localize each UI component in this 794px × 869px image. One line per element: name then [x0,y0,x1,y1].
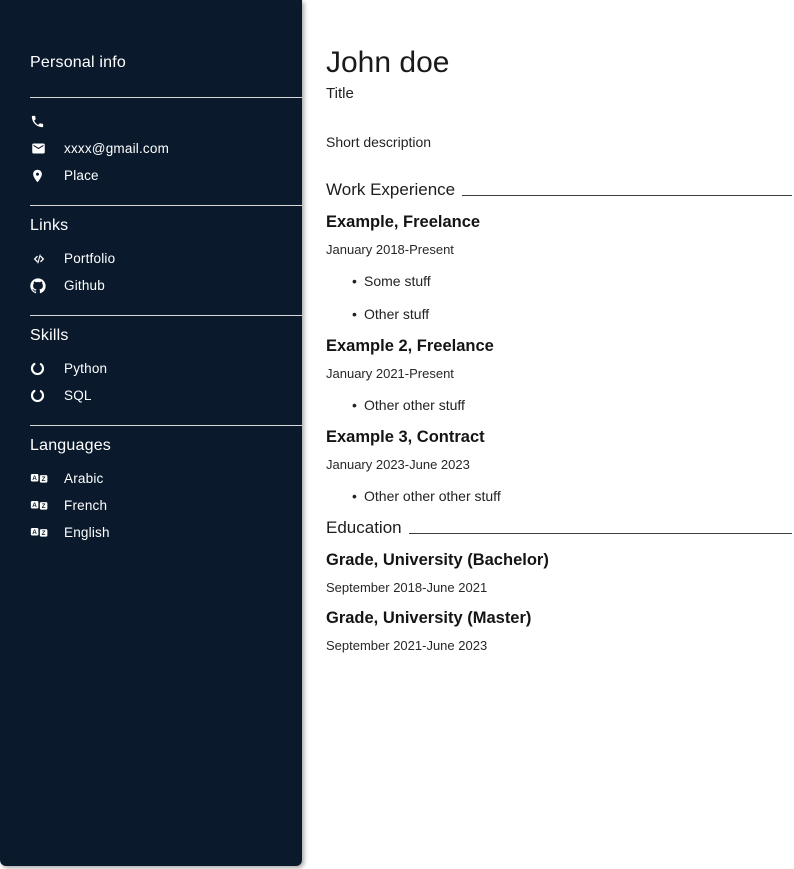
language-label: Arabic [64,471,103,486]
heading-rule [462,195,792,196]
work-entry-bullets: Other other stuff [326,397,792,414]
language-icon: AZ [30,498,49,513]
circle-notch-icon [30,361,49,376]
email-label: xxxx@gmail.com [64,141,169,156]
languages-heading: Languages [0,436,302,455]
link-label: Github [64,278,105,293]
work-entry-dates: January 2021-Present [326,366,792,382]
sidebar-link-portfolio[interactable]: Portfolio [0,245,302,272]
work-entry-dates: January 2018-Present [326,242,792,258]
person-title: Title [326,85,792,103]
svg-text:Z: Z [42,476,46,483]
divider [30,315,302,316]
language-label: French [64,498,107,513]
location-row: Place [0,162,302,189]
work-entry-title: Example 3, Contract [326,427,792,447]
map-pin-icon [30,168,49,184]
resume-main: John doe Title Short description Work Ex… [302,0,794,654]
work-entry-bullets: Other other other stuff [326,488,792,505]
svg-text:A: A [32,529,37,536]
skill-label: SQL [64,388,92,403]
sidebar-link-github[interactable]: Github [0,272,302,299]
education-entry-title: Grade, University (Bachelor) [326,550,792,570]
language-icon: AZ [30,471,49,486]
sidebar: Personal info xxxx@gmail.com Place Links… [0,0,302,866]
work-entry-title: Example, Freelance [326,212,792,232]
links-heading: Links [0,216,302,235]
svg-text:Z: Z [42,503,46,510]
circle-notch-icon [30,388,49,403]
education-entry-title: Grade, University (Master) [326,608,792,628]
link-label: Portfolio [64,251,115,266]
divider [30,97,302,98]
email-row: xxxx@gmail.com [0,135,302,162]
svg-text:A: A [32,475,37,482]
heading-rule [409,533,792,534]
divider [30,425,302,426]
education-entry-dates: September 2018-June 2021 [326,580,792,596]
work-entry-bullets: Some stuff Other stuff [326,273,792,323]
skill-item: SQL [0,382,302,409]
skill-item: Python [0,355,302,382]
person-name: John doe [326,48,792,78]
svg-text:A: A [32,502,37,509]
work-experience-section: Work Experience Example, Freelance Janua… [326,180,792,505]
short-description: Short description [326,134,792,151]
phone-row [0,108,302,135]
language-item: AZ English [0,519,302,546]
bullet-item: Other stuff [352,306,792,323]
language-item: AZ French [0,492,302,519]
skill-label: Python [64,361,107,376]
work-entry-dates: January 2023-June 2023 [326,457,792,473]
github-icon [30,278,49,294]
education-section: Education Grade, University (Bachelor) S… [326,518,792,654]
language-item: AZ Arabic [0,465,302,492]
education-heading: Education [326,518,792,538]
skills-heading: Skills [0,326,302,345]
location-label: Place [64,168,99,183]
divider [30,205,302,206]
bullet-item: Some stuff [352,273,792,290]
education-entry-dates: September 2021-June 2023 [326,638,792,654]
phone-icon [30,114,49,129]
code-icon [30,252,49,266]
section-heading-label: Education [326,518,402,538]
language-label: English [64,525,110,540]
envelope-icon [30,141,49,156]
section-heading-label: Work Experience [326,180,455,200]
bullet-item: Other other other stuff [352,488,792,505]
personal-info-heading: Personal info [0,53,302,72]
language-icon: AZ [30,525,49,540]
svg-text:Z: Z [42,530,46,537]
work-experience-heading: Work Experience [326,180,792,200]
bullet-item: Other other stuff [352,397,792,414]
work-entry-title: Example 2, Freelance [326,336,792,356]
